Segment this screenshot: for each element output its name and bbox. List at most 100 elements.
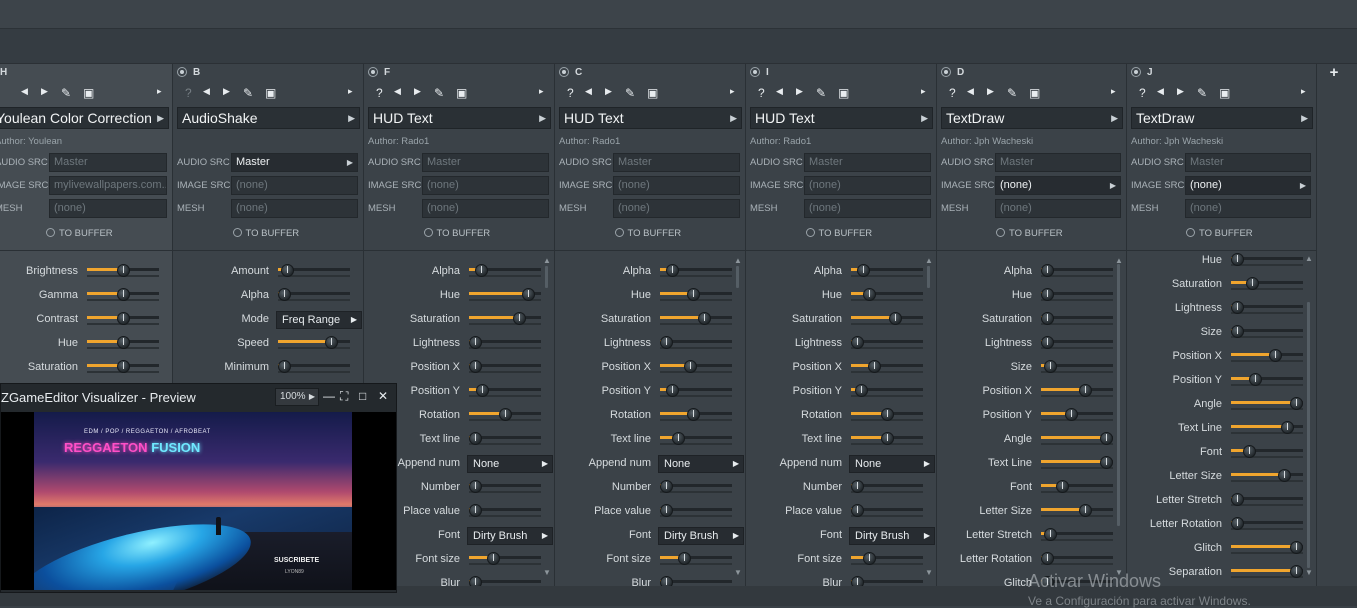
param-slider[interactable] xyxy=(1041,384,1113,397)
source-select[interactable]: Master xyxy=(804,153,931,172)
next-preset-icon[interactable]: ▶ xyxy=(1177,86,1184,97)
slider-knob[interactable] xyxy=(1100,432,1113,445)
param-slider[interactable] xyxy=(469,288,541,301)
slider-knob[interactable] xyxy=(857,264,870,277)
param-slider[interactable] xyxy=(469,504,541,517)
param-slider[interactable] xyxy=(660,408,732,421)
source-select[interactable]: (none) ▶ xyxy=(995,176,1121,195)
source-select[interactable]: Master xyxy=(1185,153,1311,172)
next-preset-icon[interactable]: ▶ xyxy=(987,86,994,97)
paste-icon[interactable]: ▣ xyxy=(456,86,467,100)
param-slider[interactable] xyxy=(660,432,732,445)
fullscreen-icon[interactable]: ⛶ xyxy=(340,389,348,404)
prev-preset-icon[interactable]: ◀ xyxy=(967,86,974,97)
menu-arrow-icon[interactable]: ▸ xyxy=(348,86,353,97)
next-preset-icon[interactable]: ▶ xyxy=(796,86,803,97)
param-slider[interactable] xyxy=(278,288,350,301)
slider-knob[interactable] xyxy=(1281,421,1294,434)
param-slider[interactable] xyxy=(1041,552,1113,565)
source-select[interactable]: (none) xyxy=(231,199,358,218)
slider-knob[interactable] xyxy=(851,480,864,493)
param-slider[interactable] xyxy=(1231,277,1303,290)
slider-knob[interactable] xyxy=(672,432,685,445)
param-slider[interactable] xyxy=(1231,565,1303,578)
source-select[interactable]: Master ▶ xyxy=(231,153,358,172)
param-slider[interactable] xyxy=(469,384,541,397)
scrollbar-thumb[interactable] xyxy=(927,266,930,288)
paste-icon[interactable]: ▣ xyxy=(1029,86,1040,100)
help-icon[interactable]: ? xyxy=(567,86,574,100)
paste-icon[interactable]: ▣ xyxy=(838,86,849,100)
param-slider[interactable] xyxy=(278,360,350,373)
prev-preset-icon[interactable]: ◀ xyxy=(585,86,592,97)
param-slider[interactable] xyxy=(469,312,541,325)
param-slider[interactable] xyxy=(469,360,541,373)
slider-knob[interactable] xyxy=(1290,397,1303,410)
slider-knob[interactable] xyxy=(1249,373,1262,386)
source-select[interactable]: (none) xyxy=(613,199,740,218)
slider-knob[interactable] xyxy=(1041,312,1054,325)
slider-knob[interactable] xyxy=(475,264,488,277)
to-buffer-toggle[interactable]: TO BUFFER xyxy=(614,228,681,239)
param-slider[interactable] xyxy=(278,264,350,277)
source-select[interactable]: (none) xyxy=(804,176,931,195)
source-select[interactable]: (none) xyxy=(422,199,549,218)
slider-knob[interactable] xyxy=(278,288,291,301)
menu-arrow-icon[interactable]: ▸ xyxy=(1301,86,1306,97)
param-dropdown[interactable]: None ▶ xyxy=(849,455,935,473)
slider-knob[interactable] xyxy=(499,408,512,421)
effect-name-select[interactable]: HUD Text ▶ xyxy=(368,107,551,129)
param-slider[interactable] xyxy=(851,360,923,373)
slider-knob[interactable] xyxy=(684,360,697,373)
param-slider[interactable] xyxy=(87,288,159,301)
menu-arrow-icon[interactable]: ▸ xyxy=(157,86,162,97)
effect-name-select[interactable]: HUD Text ▶ xyxy=(559,107,742,129)
help-icon[interactable]: ? xyxy=(1139,86,1146,100)
edit-icon[interactable]: ✎ xyxy=(1007,86,1017,100)
param-slider[interactable] xyxy=(851,384,923,397)
slider-knob[interactable] xyxy=(881,432,894,445)
slider-knob[interactable] xyxy=(469,480,482,493)
slider-knob[interactable] xyxy=(469,432,482,445)
effect-name-select[interactable]: TextDraw ▶ xyxy=(941,107,1123,129)
enable-radio[interactable] xyxy=(177,67,187,77)
source-select[interactable]: mylivewallpapers.com... xyxy=(49,176,167,195)
param-slider[interactable] xyxy=(469,336,541,349)
scroll-down-icon[interactable]: ▼ xyxy=(543,568,551,577)
param-slider[interactable] xyxy=(1231,541,1303,554)
help-icon[interactable]: ? xyxy=(185,86,192,100)
slider-knob[interactable] xyxy=(851,504,864,517)
slider-knob[interactable] xyxy=(1290,565,1303,578)
slider-knob[interactable] xyxy=(1246,277,1259,290)
scroll-up-icon[interactable]: ▲ xyxy=(734,256,742,265)
slider-knob[interactable] xyxy=(513,312,526,325)
source-select[interactable]: (none) xyxy=(49,199,167,218)
param-slider[interactable] xyxy=(1041,264,1113,277)
slider-knob[interactable] xyxy=(1231,253,1244,266)
source-select[interactable]: (none) xyxy=(1185,199,1311,218)
slider-knob[interactable] xyxy=(863,552,876,565)
slider-knob[interactable] xyxy=(117,336,130,349)
to-buffer-toggle[interactable]: TO BUFFER xyxy=(1186,228,1253,239)
param-slider[interactable] xyxy=(1041,312,1113,325)
slider-knob[interactable] xyxy=(1079,504,1092,517)
source-select[interactable]: (none) xyxy=(613,176,740,195)
enable-radio[interactable] xyxy=(1131,67,1141,77)
param-dropdown[interactable]: Freq Range ▶ xyxy=(276,311,362,329)
source-select[interactable]: Master xyxy=(422,153,549,172)
param-slider[interactable] xyxy=(87,264,159,277)
slider-knob[interactable] xyxy=(881,408,894,421)
prev-preset-icon[interactable]: ◀ xyxy=(394,86,401,97)
slider-knob[interactable] xyxy=(1243,445,1256,458)
slider-knob[interactable] xyxy=(1231,493,1244,506)
slider-knob[interactable] xyxy=(325,336,338,349)
slider-knob[interactable] xyxy=(660,336,673,349)
param-slider[interactable] xyxy=(851,336,923,349)
slider-knob[interactable] xyxy=(469,504,482,517)
param-slider[interactable] xyxy=(851,432,923,445)
slider-knob[interactable] xyxy=(117,288,130,301)
next-preset-icon[interactable]: ▶ xyxy=(223,86,230,97)
scroll-down-icon[interactable]: ▼ xyxy=(734,568,742,577)
slider-knob[interactable] xyxy=(1278,469,1291,482)
slider-knob[interactable] xyxy=(1041,264,1054,277)
